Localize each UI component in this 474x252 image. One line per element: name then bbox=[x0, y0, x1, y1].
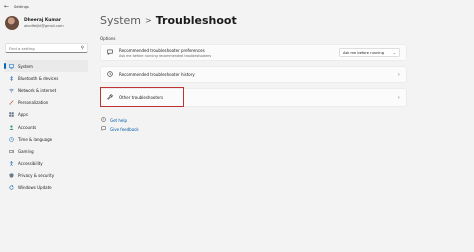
sidebar-item-privacy-security[interactable]: Privacy & security bbox=[4, 170, 88, 182]
feedback-icon bbox=[100, 126, 106, 133]
sidebar-item-system[interactable]: System bbox=[4, 60, 88, 73]
monitor-icon bbox=[9, 63, 14, 69]
back-arrow-icon[interactable]: ← bbox=[4, 4, 9, 10]
sidebar-item-label: Accessibility bbox=[18, 161, 43, 167]
card-subtitle: Ask me before running recommended troubl… bbox=[119, 53, 212, 58]
profile[interactable]: Dheeraj Kumar abcdfeijkl@gmail.com bbox=[5, 16, 64, 30]
search-input[interactable] bbox=[9, 45, 81, 51]
sidebar-item-apps[interactable]: Apps bbox=[4, 109, 88, 121]
other-troubleshooters-card[interactable]: Other troubleshooters › bbox=[100, 88, 407, 107]
breadcrumb: System > Troubleshoot bbox=[100, 14, 237, 27]
person-icon bbox=[9, 124, 14, 130]
update-icon bbox=[9, 185, 14, 191]
accessibility-icon bbox=[9, 161, 14, 166]
sidebar: Dheeraj Kumar abcdfeijkl@gmail.com ⚲ Sys… bbox=[0, 14, 92, 252]
preferences-dropdown[interactable]: Ask me before running ⌄ bbox=[339, 48, 400, 57]
troubleshooter-history-card[interactable]: Recommended troubleshooter history › bbox=[100, 66, 407, 83]
shield-icon bbox=[9, 173, 14, 179]
sidebar-item-label: Accounts bbox=[18, 124, 37, 130]
main-content: System > Troubleshoot Options Recommende… bbox=[100, 0, 474, 252]
card-title: Recommended troubleshooter history bbox=[119, 72, 195, 77]
chevron-down-icon: ⌄ bbox=[392, 50, 396, 55]
sidebar-item-accessibility[interactable]: Accessibility bbox=[4, 158, 88, 170]
history-icon bbox=[107, 70, 113, 79]
sidebar-item-time-language[interactable]: Time & language bbox=[4, 133, 88, 145]
sidebar-item-label: Personalization bbox=[18, 100, 49, 106]
get-help-label: Get help bbox=[110, 118, 128, 123]
sidebar-item-windows-update[interactable]: Windows Update bbox=[4, 182, 88, 194]
options-label: Options bbox=[100, 36, 116, 41]
wrench-icon bbox=[107, 93, 113, 102]
window-title: Settings bbox=[14, 5, 29, 9]
search-box[interactable]: ⚲ bbox=[5, 43, 88, 53]
bluetooth-icon bbox=[9, 75, 14, 81]
chevron-right-icon: › bbox=[397, 94, 400, 101]
sidebar-item-label: Bluetooth & devices bbox=[18, 75, 59, 81]
sidebar-item-label: Apps bbox=[18, 112, 28, 118]
give-feedback-link[interactable]: Give feedback bbox=[100, 125, 139, 134]
sidebar-item-gaming[interactable]: Gaming bbox=[4, 145, 88, 157]
page-title: Troubleshoot bbox=[155, 14, 237, 27]
profile-name: Dheeraj Kumar bbox=[24, 18, 62, 23]
help-links: ? Get help Give feedback bbox=[100, 116, 139, 134]
sidebar-item-label: Windows Update bbox=[18, 185, 52, 191]
gamepad-icon bbox=[9, 149, 14, 154]
sidebar-item-label: Network & internet bbox=[18, 87, 57, 93]
dropdown-value: Ask me before running bbox=[343, 50, 384, 55]
chat-bubble-icon bbox=[107, 49, 113, 57]
troubleshooter-preferences-card: Recommended troubleshooter preferences A… bbox=[100, 44, 407, 61]
clock-globe-icon bbox=[9, 136, 14, 142]
wifi-icon bbox=[9, 88, 14, 93]
sidebar-item-accounts[interactable]: Accounts bbox=[4, 121, 88, 133]
sidebar-item-label: Privacy & security bbox=[18, 173, 55, 179]
breadcrumb-separator: > bbox=[145, 16, 152, 25]
help-icon: ? bbox=[100, 117, 106, 124]
card-title: Recommended troubleshooter preferences bbox=[119, 47, 205, 53]
avatar bbox=[5, 16, 19, 30]
nav-list: System Bluetooth & devices Network & int… bbox=[4, 60, 88, 194]
sidebar-item-label: Time & language bbox=[18, 136, 53, 142]
search-icon: ⚲ bbox=[80, 45, 84, 51]
sidebar-item-network[interactable]: Network & internet bbox=[4, 84, 88, 96]
give-feedback-label: Give feedback bbox=[110, 127, 139, 132]
sidebar-item-label: System bbox=[18, 63, 33, 69]
sidebar-item-personalization[interactable]: Personalization bbox=[4, 97, 88, 109]
card-title: Other troubleshooters bbox=[119, 95, 164, 100]
get-help-link[interactable]: ? Get help bbox=[100, 116, 139, 125]
sidebar-item-label: Gaming bbox=[18, 148, 34, 154]
sidebar-item-bluetooth[interactable]: Bluetooth & devices bbox=[4, 72, 88, 84]
profile-email: abcdfeijkl@gmail.com bbox=[24, 24, 64, 28]
brush-icon bbox=[9, 100, 14, 105]
breadcrumb-parent[interactable]: System bbox=[100, 14, 141, 27]
apps-icon bbox=[9, 112, 14, 118]
chevron-right-icon: › bbox=[397, 71, 400, 78]
